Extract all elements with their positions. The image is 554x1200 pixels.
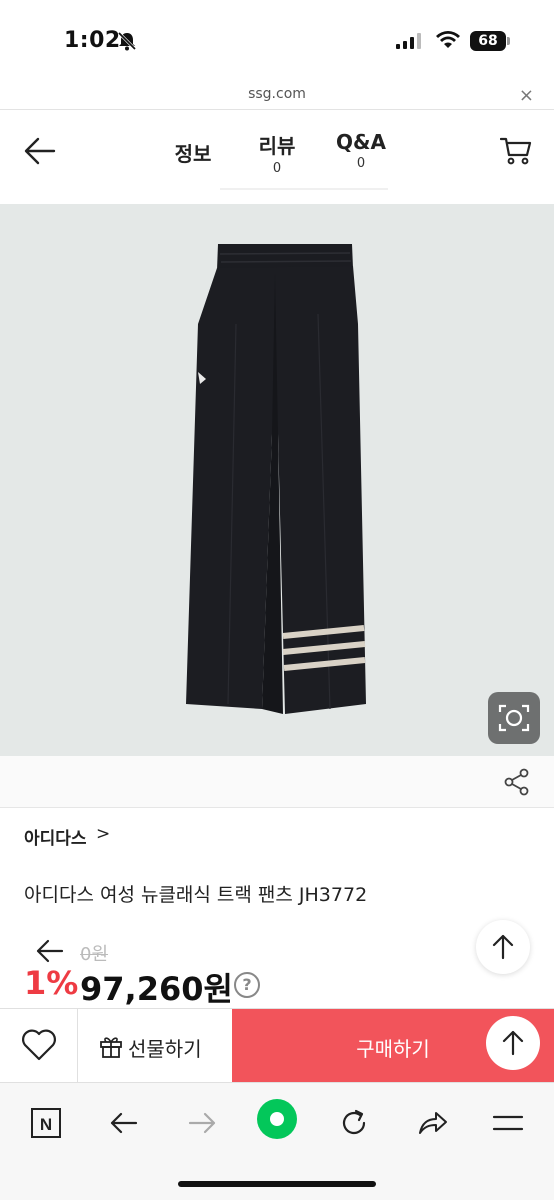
brand-link[interactable]: 아디다스: [24, 824, 87, 849]
gift-button[interactable]: 선물하기: [78, 1009, 232, 1083]
status-time: 1:02: [64, 28, 121, 53]
discount-rate: 1%: [24, 964, 79, 1002]
header-divider: [220, 188, 388, 190]
bell-muted-icon: [116, 30, 138, 52]
url-text[interactable]: ssg.com: [0, 86, 554, 102]
cellular-signal-icon: [396, 33, 422, 53]
tab-count: 0: [356, 156, 366, 171]
tab-review[interactable]: 리뷰 0: [250, 130, 304, 176]
tab-label: 정보: [174, 142, 212, 166]
tab-label: Q&A: [336, 130, 386, 154]
cart-icon[interactable]: [499, 136, 532, 170]
status-bar: 1:02 68: [0, 0, 554, 80]
product-title: 아디다스 여성 뉴클래식 트랙 팬츠 JH3772: [24, 884, 368, 906]
scroll-top-button[interactable]: [476, 920, 530, 974]
track-pants-illustration: [186, 244, 366, 714]
wifi-icon: [436, 30, 460, 54]
refresh-icon: [342, 1109, 366, 1135]
home-indicator: [178, 1181, 376, 1187]
wishlist-button[interactable]: [0, 1009, 78, 1083]
back-arrow-icon: [110, 1112, 138, 1134]
gift-icon: [100, 1037, 122, 1058]
forward-arrow-icon: [188, 1112, 216, 1134]
arrow-up-icon: [492, 934, 514, 960]
naver-home-button[interactable]: [255, 1097, 299, 1141]
close-icon[interactable]: ×: [519, 85, 534, 106]
gift-label: 선물하기: [128, 1037, 202, 1061]
share-icon[interactable]: [504, 768, 530, 800]
product-image[interactable]: [0, 204, 554, 756]
battery-tip: [507, 37, 510, 45]
tab-info[interactable]: 정보: [168, 138, 218, 167]
browser-back-button[interactable]: [102, 1101, 146, 1145]
chevron-right-icon[interactable]: >: [96, 824, 110, 844]
svg-text:N: N: [40, 1115, 52, 1134]
hamburger-menu-icon: [492, 1115, 524, 1131]
price-help-icon[interactable]: ?: [234, 972, 260, 998]
browser-toolbar: N: [0, 1082, 554, 1200]
battery-indicator: 68: [470, 31, 506, 51]
url-bar[interactable]: ssg.com ×: [0, 80, 554, 110]
product-header: 정보 리뷰 0 Q&A 0: [0, 110, 554, 202]
image-search-button[interactable]: [488, 692, 540, 744]
back-arrow-icon[interactable]: [24, 136, 56, 170]
tab-count: 0: [272, 161, 282, 176]
tabs-button[interactable]: N: [24, 1101, 68, 1145]
share-arrow-icon: [419, 1112, 447, 1134]
green-dot-icon: [257, 1099, 297, 1139]
browser-forward-button[interactable]: [180, 1101, 224, 1145]
image-thumbnail-strip: [0, 756, 554, 808]
sale-price: 97,260원: [80, 970, 233, 1008]
tab-qna[interactable]: Q&A 0: [334, 130, 388, 171]
camera-lens-icon: [498, 704, 530, 732]
scroll-top-button[interactable]: [486, 1016, 540, 1070]
tab-label: 리뷰: [258, 134, 296, 158]
refresh-button[interactable]: [332, 1101, 376, 1145]
heart-icon: [22, 1029, 56, 1061]
share-button[interactable]: [410, 1101, 454, 1145]
purchase-action-bar: 선물하기 구매하기: [0, 1008, 554, 1083]
menu-button[interactable]: [486, 1101, 530, 1145]
original-price: 0원: [80, 944, 109, 965]
arrow-up-icon: [502, 1030, 524, 1056]
naver-tab-icon: N: [31, 1108, 61, 1138]
